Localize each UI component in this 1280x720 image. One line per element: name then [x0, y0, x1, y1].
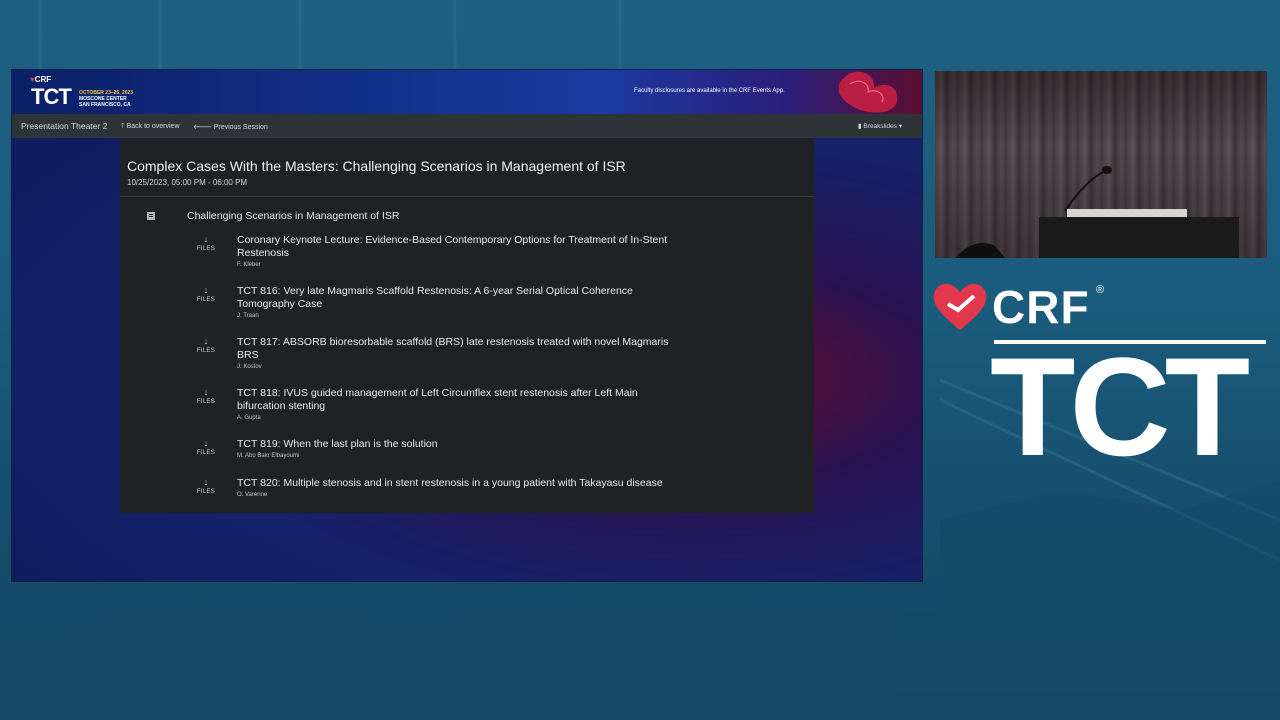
banner-crf-text: CRF — [34, 75, 52, 84]
talk-title[interactable]: TCT 816: Very late Magmaris Scaffold Res… — [237, 285, 687, 311]
speaker-camera-feed — [935, 71, 1267, 258]
files-download-button[interactable]: ↓ FILES — [190, 387, 222, 405]
session-title: Complex Cases With the Masters: Challeng… — [127, 158, 626, 174]
talk-title[interactable]: TCT 817: ABSORB bioresorbable scaffold (… — [237, 336, 687, 362]
theater-title[interactable]: Presentation Theater 2 — [21, 121, 107, 131]
crf-heart-icon — [933, 283, 987, 330]
navigation-bar: Presentation Theater 2 🡑 Back to overvie… — [12, 114, 922, 138]
files-download-button[interactable]: ↓ FILES — [190, 438, 222, 456]
breakslides-label: Breakslides — [863, 123, 897, 130]
back-to-overview-label: Back to overview — [126, 123, 180, 130]
files-download-button[interactable]: ↓ FILES — [190, 477, 222, 495]
download-arrow-icon: ↓ — [203, 336, 209, 346]
podium-image — [955, 166, 1239, 258]
crf-logo-text: CRF — [992, 281, 1090, 333]
banner-tct-text: TCT — [31, 84, 72, 109]
files-label: FILES — [196, 399, 216, 405]
talk-title[interactable]: Coronary Keynote Lecture: Evidence-Based… — [237, 234, 687, 260]
talk-author: M. Abo Bakr Elbayoumi — [237, 453, 300, 459]
talk-author: F. Kleber — [237, 262, 261, 268]
talk-author: J. Traan — [237, 313, 259, 319]
arrow-left-icon: 🡐 — [193, 124, 214, 131]
files-label: FILES — [196, 297, 216, 303]
files-download-button[interactable]: ↓ FILES — [190, 336, 222, 354]
files-label: FILES — [196, 246, 216, 252]
tct-logo-text: TCT — [990, 328, 1250, 485]
previous-session-label: Previous Session — [213, 124, 268, 131]
venue-line-2: SAN FRANCISCO, CA — [79, 102, 131, 108]
crf-tct-brand: CRF ® TCT — [930, 278, 1270, 482]
download-arrow-icon: ↓ — [203, 234, 209, 244]
files-label: FILES — [196, 489, 216, 495]
disclosure-message: Faculty disclosures are available in the… — [634, 88, 785, 94]
talk-author: J. Kostov — [237, 364, 262, 370]
talk-author: A. Gupta — [237, 415, 261, 421]
back-to-overview-link[interactable]: 🡑 Back to overview — [121, 122, 180, 133]
previous-session-link[interactable]: 🡐 Previous Session — [193, 122, 268, 131]
tct-banner-logo: ♥CRF TCT OCTOBER 23–26, 2023 MOSCONE CEN… — [22, 74, 142, 110]
breakslides-dropdown[interactable]: ▮ Breakslides ▾ — [858, 122, 902, 130]
talk-title[interactable]: TCT 820: Multiple stenosis and in stent … — [237, 477, 757, 490]
presentation-screen: ♥CRF TCT OCTOBER 23–26, 2023 MOSCONE CEN… — [12, 70, 922, 581]
talk-author: O. Varenne — [237, 492, 268, 498]
heart-artwork — [838, 71, 898, 113]
list-icon — [147, 212, 155, 220]
caret-down-icon: ▾ — [897, 123, 903, 130]
download-arrow-icon: ↓ — [203, 387, 209, 397]
files-download-button[interactable]: ↓ FILES — [190, 285, 222, 303]
files-download-button[interactable]: ↓ FILES — [190, 234, 222, 252]
talk-title[interactable]: TCT 819: When the last plan is the solut… — [237, 438, 687, 451]
download-arrow-icon: ↓ — [203, 477, 209, 487]
files-label: FILES — [196, 348, 216, 354]
download-arrow-icon: ↓ — [203, 438, 209, 448]
divider — [120, 196, 814, 197]
registered-mark: ® — [1096, 284, 1105, 296]
download-arrow-icon: ↓ — [203, 285, 209, 295]
event-banner: ♥CRF TCT OCTOBER 23–26, 2023 MOSCONE CEN… — [12, 70, 922, 114]
session-panel: Complex Cases With the Masters: Challeng… — [120, 138, 814, 513]
files-label: FILES — [196, 450, 216, 456]
group-title: Challenging Scenarios in Management of I… — [187, 210, 400, 222]
talk-title[interactable]: TCT 818: IVUS guided management of Left … — [237, 387, 687, 413]
session-time: 10/25/2023, 05:00 PM - 06:00 PM — [127, 178, 248, 187]
